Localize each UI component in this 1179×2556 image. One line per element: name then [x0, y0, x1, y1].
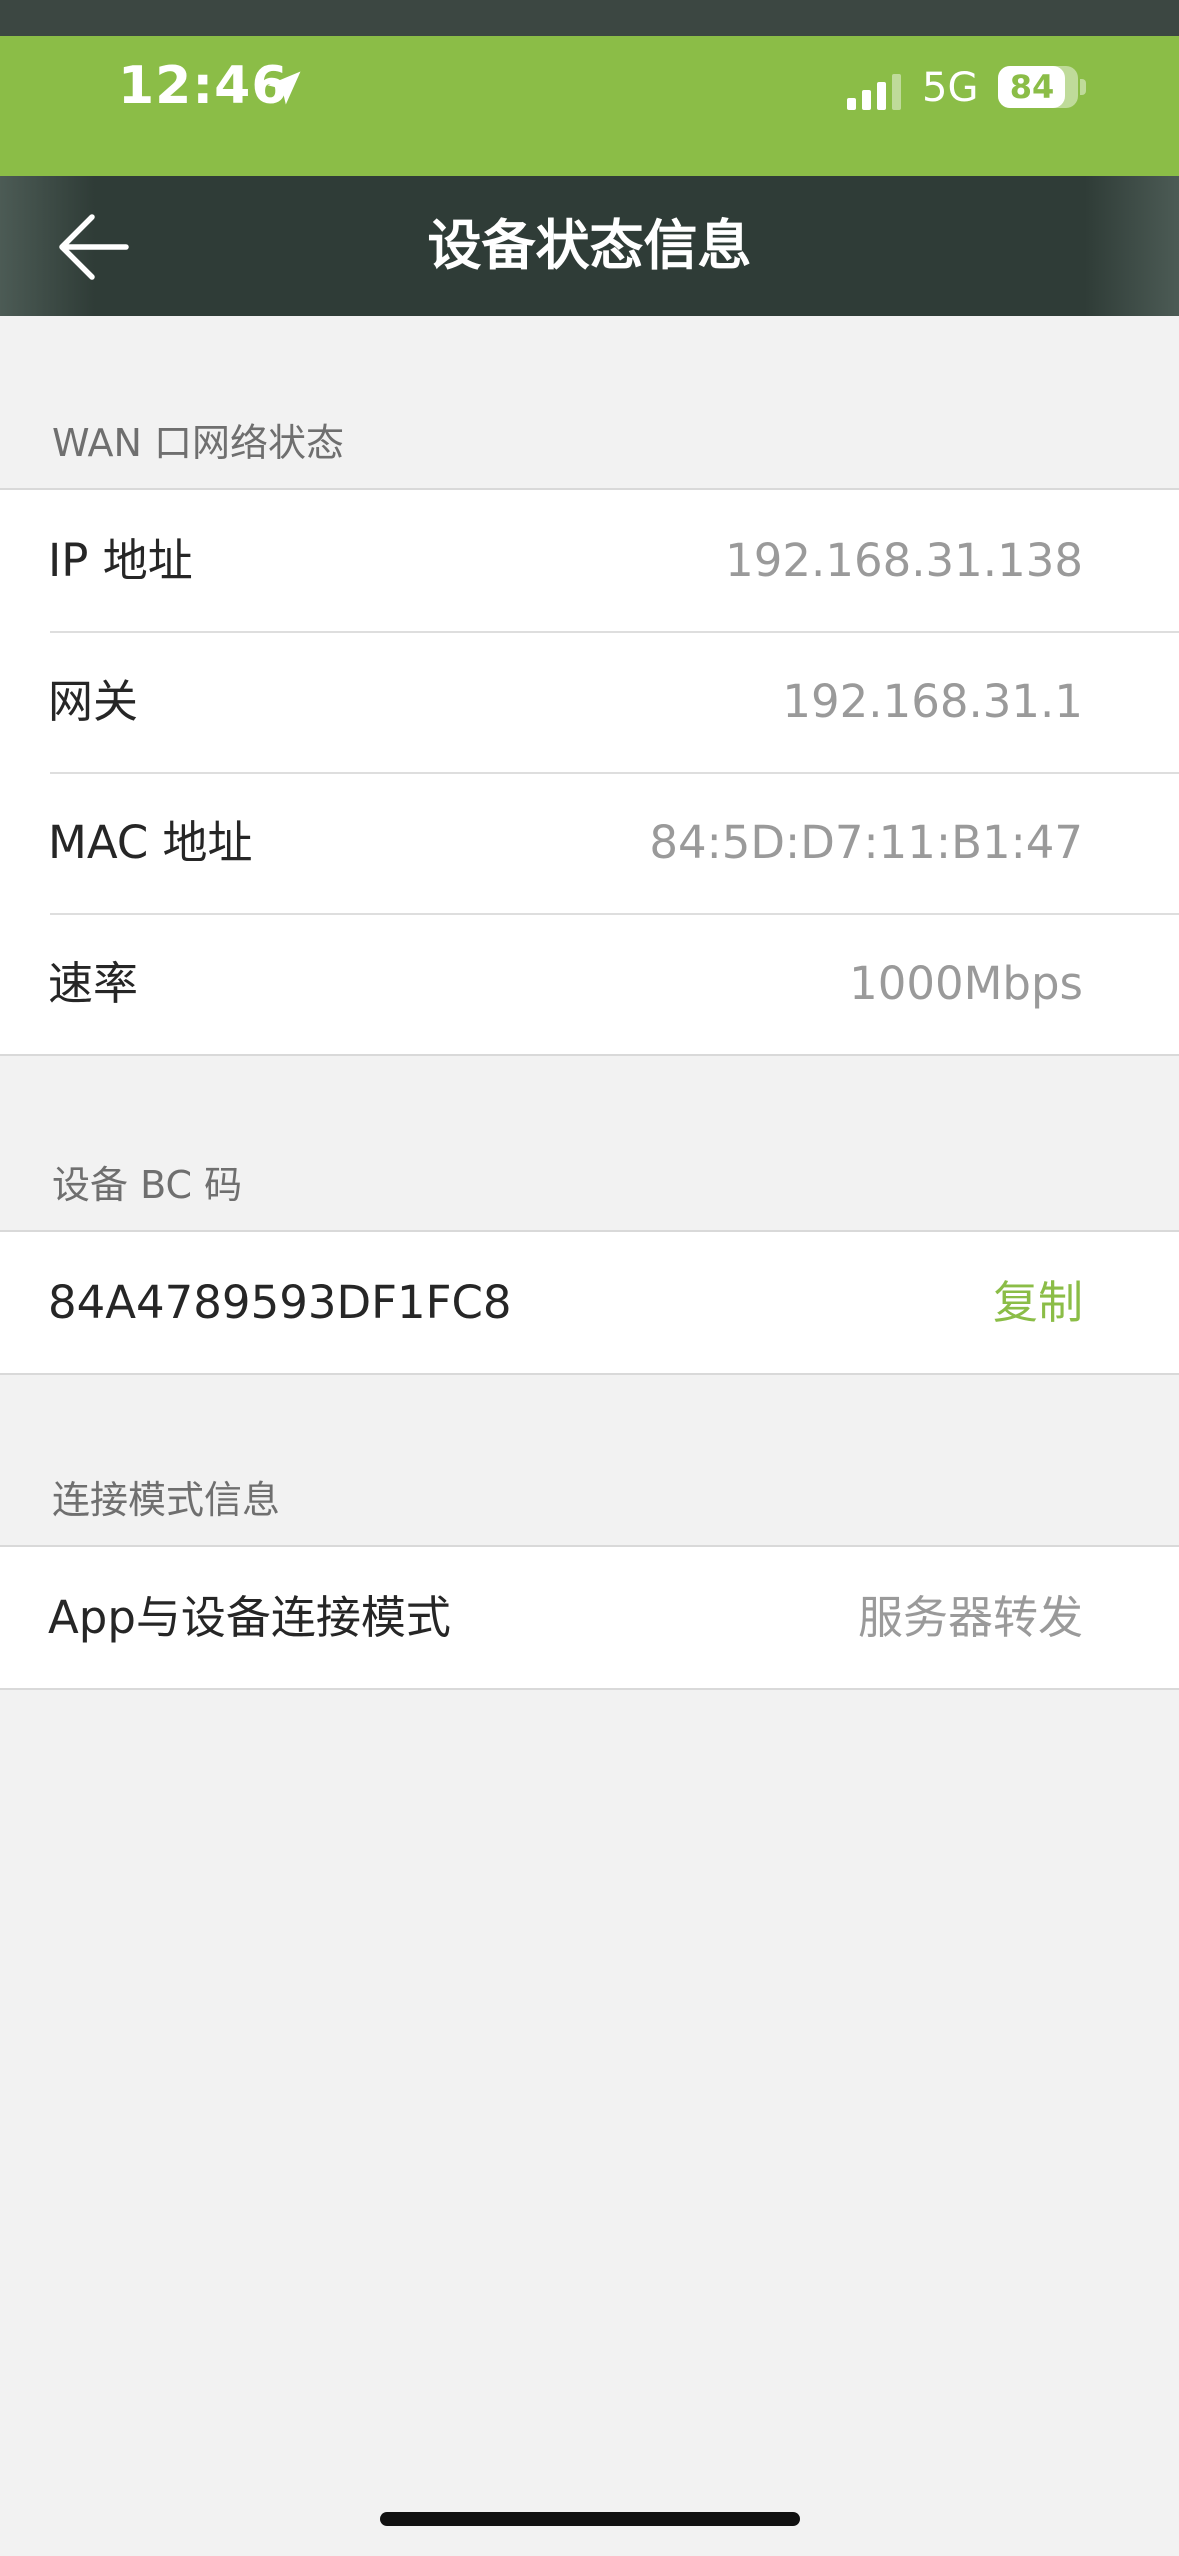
- screen: 12:46 5G 84 设备状态信息 WAN 口网络状态 IP 地址 192.1…: [0, 0, 1179, 2556]
- speed-value: 1000Mbps: [849, 957, 1083, 1010]
- battery-cap: [1080, 79, 1086, 95]
- connection-section-header: 连接模式信息: [52, 1478, 281, 1522]
- battery-percent: 84: [1009, 68, 1055, 106]
- wan-status-group: IP 地址 192.168.31.138 网关 192.168.31.1 MAC…: [0, 488, 1179, 1056]
- battery-icon: 84: [998, 66, 1078, 108]
- connection-mode-group: App与设备连接模式 服务器转发: [0, 1545, 1179, 1690]
- signal-icon: [847, 74, 901, 110]
- network-type: 5G: [922, 65, 979, 111]
- gateway-row: 网关 192.168.31.1: [0, 631, 1179, 772]
- mac-address-row: MAC 地址 84:5D:D7:11:B1:47: [0, 772, 1179, 913]
- bc-code-value: 84A4789593DF1FC8: [48, 1276, 512, 1329]
- bc-code-group: 84A4789593DF1FC8 复制: [0, 1230, 1179, 1375]
- copy-button[interactable]: 复制: [993, 1232, 1083, 1373]
- mac-address-value: 84:5D:D7:11:B1:47: [649, 816, 1083, 869]
- gateway-label: 网关: [48, 675, 139, 728]
- bc-code-row: 84A4789593DF1FC8 复制: [0, 1232, 1179, 1373]
- connection-mode-row: App与设备连接模式 服务器转发: [0, 1547, 1179, 1688]
- wan-section-header: WAN 口网络状态: [52, 421, 344, 465]
- home-indicator[interactable]: [380, 2512, 800, 2526]
- mac-address-label: MAC 地址: [48, 816, 253, 869]
- nav-bar: 设备状态信息: [0, 176, 1179, 316]
- speed-label: 速率: [48, 957, 139, 1010]
- connection-mode-label: App与设备连接模式: [48, 1591, 451, 1644]
- connection-mode-value: 服务器转发: [857, 1591, 1083, 1644]
- location-arrow-icon: [267, 71, 301, 105]
- back-button[interactable]: [40, 202, 150, 292]
- gateway-value: 192.168.31.1: [782, 675, 1083, 728]
- ip-address-label: IP 地址: [48, 534, 193, 587]
- ip-address-value: 192.168.31.138: [725, 534, 1083, 587]
- speed-row: 速率 1000Mbps: [0, 913, 1179, 1054]
- top-strip: [0, 0, 1179, 36]
- status-bar: 12:46 5G 84: [0, 36, 1179, 176]
- ip-address-row: IP 地址 192.168.31.138: [0, 490, 1179, 631]
- page-title: 设备状态信息: [427, 214, 752, 277]
- bc-section-header: 设备 BC 码: [52, 1163, 243, 1207]
- arrow-left-icon: [59, 214, 129, 280]
